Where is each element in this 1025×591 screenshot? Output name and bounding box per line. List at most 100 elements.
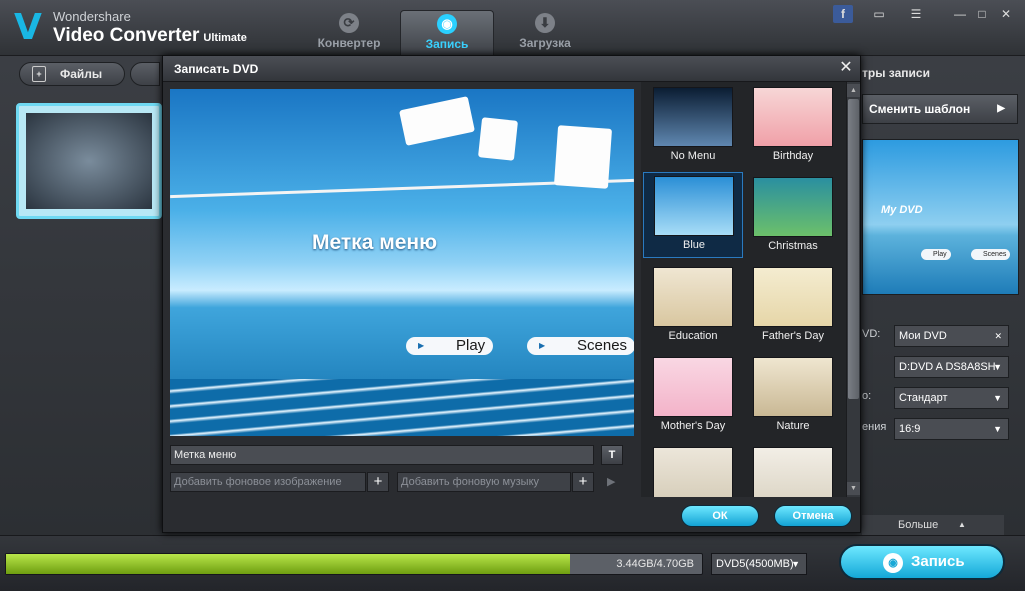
burn-button-label: Запись <box>911 553 965 570</box>
add-files-button[interactable]: + Файлы <box>19 62 125 86</box>
output-drive-select[interactable]: D:DVD A DS8A8SH ▼ <box>894 356 1009 378</box>
menu-scenes-button[interactable]: ▶ Scenes <box>527 337 634 355</box>
template-item[interactable]: Education <box>643 264 743 350</box>
burn-dvd-dialog: Записать DVD ✕ Метка меню ▶ Play ▶ Scene… <box>162 55 861 533</box>
aspect-ratio-select[interactable]: 16:9 ▼ <box>894 418 1009 440</box>
template-name: Christmas <box>768 240 818 252</box>
change-template-button[interactable]: Сменить шаблон ▶ <box>862 94 1018 124</box>
app-window: V Wondershare Video Converter Ultimate ⟳ … <box>0 0 1025 591</box>
clear-icon[interactable]: ✕ <box>994 326 1002 346</box>
template-item[interactable]: Mother's Day <box>643 354 743 440</box>
product-name: Video Converter Ultimate <box>53 25 247 47</box>
template-item[interactable]: Nature <box>743 354 843 440</box>
chevron-down-icon: ▼ <box>993 362 1002 372</box>
aspect-ratio-caption: ения <box>862 421 887 433</box>
template-name: Father's Day <box>761 330 824 342</box>
add-bg-image-button[interactable]: + <box>367 472 389 492</box>
scrollbar-thumb[interactable] <box>848 99 859 399</box>
output-drive-value: D:DVD A DS8A8SH <box>899 361 996 373</box>
dvd-label-input[interactable]: Мои DVD ✕ <box>894 325 1009 347</box>
text-format-button[interactable]: T <box>601 445 623 465</box>
template-name: Mother's Day <box>660 420 726 432</box>
title-bar: V Wondershare Video Converter Ultimate ⟳ … <box>0 0 1025 56</box>
template-list: No Menu Birthday Blue Christmas Educatio… <box>641 82 847 497</box>
file-icon: + <box>32 66 46 82</box>
more-toggle[interactable]: Больше ▲ <box>862 515 1004 535</box>
template-item[interactable]: Father's Day <box>743 264 843 350</box>
add-dvd-button[interactable] <box>130 62 160 86</box>
refresh-icon: ⟳ <box>339 13 359 33</box>
add-files-label: Файлы <box>60 67 103 81</box>
burn-settings-header: тры записи <box>862 66 930 80</box>
template-scrollbar[interactable]: ▲ ▼ <box>846 82 860 497</box>
play-music-icon[interactable]: ▶ <box>607 475 615 488</box>
template-thumbnail <box>653 357 733 417</box>
template-name: Nature <box>776 420 810 432</box>
tab-convert[interactable]: ⟳ Конвертер <box>302 10 396 56</box>
tab-convert-label: Конвертер <box>317 36 381 50</box>
menu-play-label: Play <box>456 337 486 354</box>
template-item[interactable]: No Menu <box>643 84 743 170</box>
scroll-up-icon[interactable]: ▲ <box>847 84 860 97</box>
template-item-selected[interactable]: Blue <box>643 172 743 258</box>
template-item[interactable] <box>643 444 743 497</box>
video-thumbnail-image <box>26 113 152 209</box>
minimize-button[interactable]: — <box>950 5 970 23</box>
menu-scenes-label: Scenes <box>577 337 628 354</box>
menu-title[interactable]: Метка меню <box>312 231 437 255</box>
template-item[interactable] <box>743 444 843 497</box>
template-item[interactable]: Christmas <box>743 174 843 260</box>
tv-standard-select[interactable]: Стандарт ▼ <box>894 387 1009 409</box>
menu-preview: Метка меню ▶ Play ▶ Scenes <box>170 89 634 436</box>
close-icon[interactable]: ✕ <box>838 58 854 78</box>
chat-icon[interactable]: ▭ <box>869 5 889 23</box>
maximize-button[interactable]: □ <box>972 5 992 23</box>
disc-capacity-fill <box>6 554 570 574</box>
bg-image-input[interactable]: Добавить фоновое изображение <box>170 472 366 492</box>
chevron-up-icon: ▲ <box>958 520 966 529</box>
template-thumbnail <box>654 176 734 236</box>
tab-download[interactable]: ⬇ Загрузка <box>498 10 592 56</box>
disc-icon: ◉ <box>437 14 457 34</box>
template-name: Blue <box>682 239 706 251</box>
template-thumbnail <box>753 267 833 327</box>
add-bg-music-button[interactable]: + <box>572 472 594 492</box>
tab-burn[interactable]: ◉ Запись <box>400 10 494 56</box>
burn-button[interactable]: ◉ Запись <box>839 544 1005 580</box>
tv-standard-value: Стандарт <box>899 392 948 404</box>
close-button[interactable]: ✕ <box>996 5 1016 23</box>
app-logo: V <box>14 7 42 48</box>
dvd-type-select[interactable]: DVD5(4500MB) ▼ <box>711 553 807 575</box>
more-label: Больше <box>898 519 939 531</box>
settings-icon[interactable]: ☰ <box>906 5 926 23</box>
template-thumbnail <box>753 87 833 147</box>
template-thumbnail <box>753 177 833 237</box>
brand-name: Wondershare <box>53 9 131 24</box>
dvd-label-value: Мои DVD <box>899 330 947 342</box>
tab-burn-label: Запись <box>425 37 469 51</box>
template-item[interactable]: Birthday <box>743 84 843 170</box>
cancel-button[interactable]: Отмена <box>774 505 852 527</box>
shirt-graphic <box>553 125 613 189</box>
tv-standard-caption: о: <box>862 390 872 402</box>
download-icon: ⬇ <box>535 13 555 33</box>
video-thumbnail[interactable] <box>16 103 162 219</box>
chevron-down-icon: ▼ <box>791 559 800 569</box>
template-thumbnail <box>753 357 833 417</box>
menu-label-input[interactable]: Метка меню <box>170 445 594 465</box>
product-main: Video Converter <box>53 25 200 46</box>
menu-play-button[interactable]: ▶ Play <box>406 337 494 355</box>
bg-music-input[interactable]: Добавить фоновую музыку <box>397 472 571 492</box>
change-template-label: Сменить шаблон <box>869 102 971 116</box>
scroll-down-icon[interactable]: ▼ <box>847 482 860 495</box>
shirt-graphic <box>478 117 518 161</box>
dvd-label-caption: VD: <box>862 328 881 340</box>
template-thumbnail <box>653 267 733 327</box>
facebook-icon[interactable]: f <box>833 5 853 23</box>
preview-small-title: My DVD <box>881 204 923 216</box>
product-edition: Ultimate <box>203 32 247 44</box>
ok-button[interactable]: ОК <box>681 505 759 527</box>
shirt-graphic <box>399 96 475 146</box>
preview-small-scenes: Scenes <box>971 249 1011 260</box>
template-thumbnail <box>653 87 733 147</box>
